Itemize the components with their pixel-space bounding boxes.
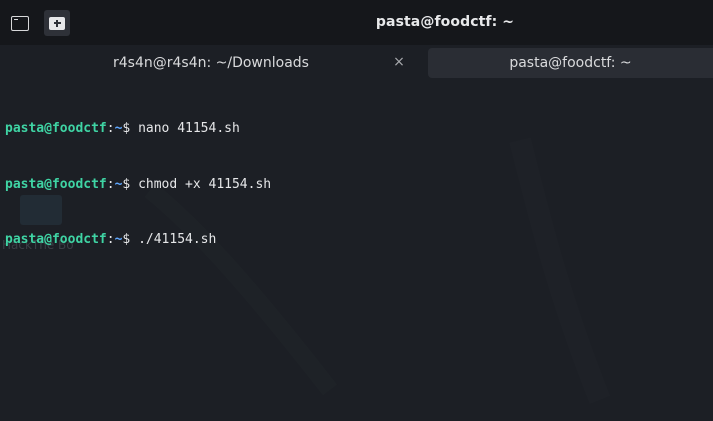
new-tab-icon [49,16,65,30]
terminal-window: HackThe Bo pasta@foodctf: ~ r4s4n@r4s4n:… [0,0,713,421]
terminal-output[interactable]: pasta@foodctf:~$ nano 41154.sh pasta@foo… [5,83,271,287]
prompt-colon: : [106,232,115,247]
prompt-colon: : [106,121,115,136]
prompt-colon: : [106,176,115,192]
title-bar: pasta@foodctf: ~ [0,0,713,45]
prompt-user: pasta@foodctf [5,232,107,247]
command-text: chmod +x 41154.sh [138,176,272,192]
tab-close-icon[interactable]: × [391,54,407,70]
tab-pasta-foodctf[interactable]: pasta@foodctf: ~ [428,48,713,78]
tab-downloads[interactable]: r4s4n@r4s4n: ~/Downloads × [0,48,422,78]
prompt-symbol: $ [122,232,139,247]
tab-label: r4s4n@r4s4n: ~/Downloads [113,55,309,71]
prompt-symbol: $ [122,121,139,136]
prompt-user: pasta@foodctf [5,121,107,136]
tab-bar: r4s4n@r4s4n: ~/Downloads × pasta@foodctf… [0,45,713,81]
new-tab-button[interactable] [44,10,70,36]
command-text: nano 41154.sh [138,121,240,136]
window-title: pasta@foodctf: ~ [375,14,515,30]
terminal-glyph-icon [11,15,29,31]
prompt-user: pasta@foodctf [5,176,107,192]
terminal-line: pasta@foodctf:~$ chmod +x 41154.sh [5,176,271,195]
terminal-icon[interactable] [7,10,33,36]
terminal-line: pasta@foodctf:~$ nano 41154.sh [5,120,271,139]
tab-label: pasta@foodctf: ~ [509,55,632,71]
terminal-line: pasta@foodctf:~$ ./41154.sh [5,231,271,250]
prompt-symbol: $ [122,176,139,192]
command-text: ./41154.sh [138,232,217,247]
